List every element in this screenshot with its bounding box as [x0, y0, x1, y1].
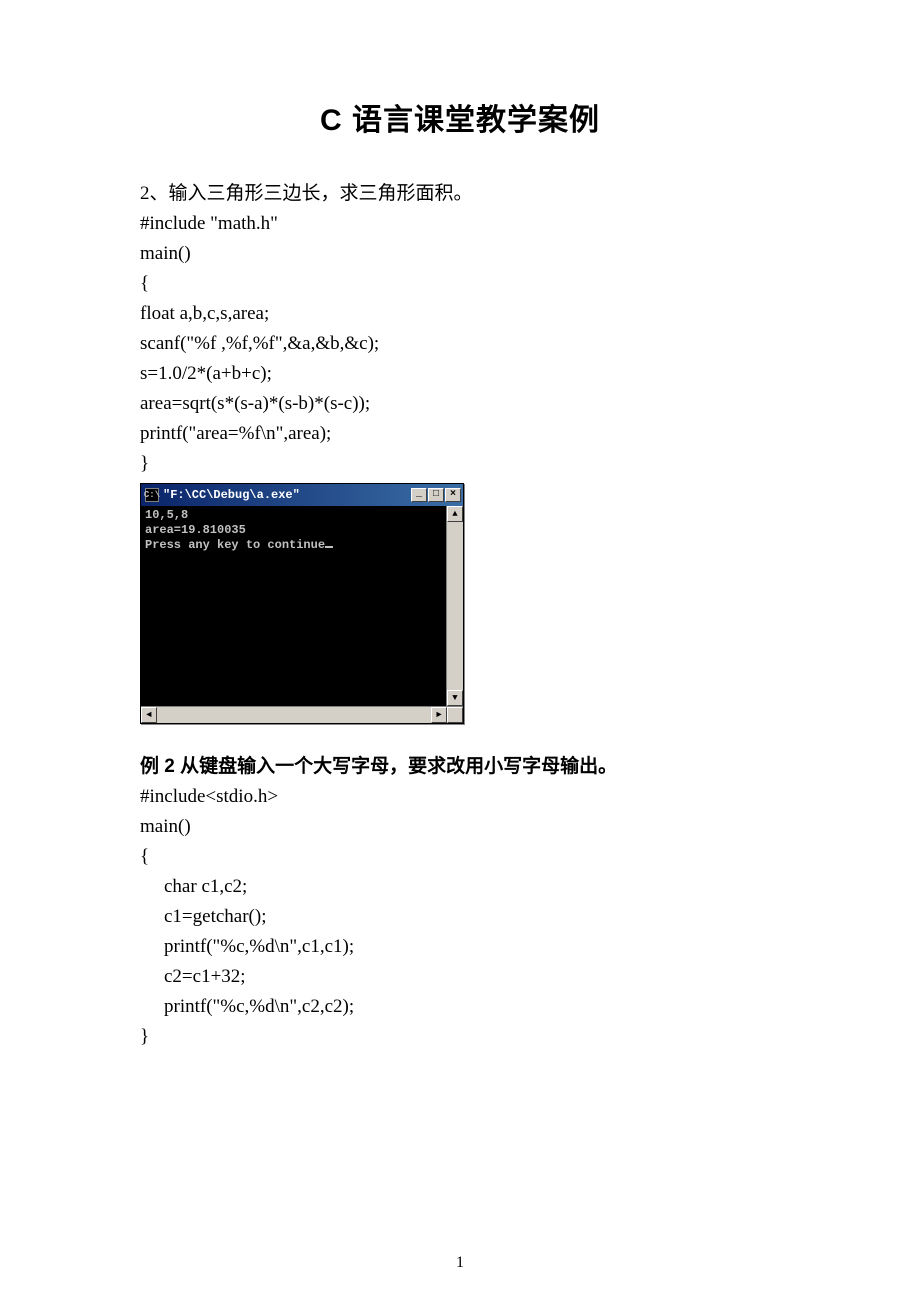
- code-line: printf("%c,%d\n",c1,c1);: [140, 932, 780, 962]
- code-line: main(): [140, 239, 780, 269]
- code-line: {: [140, 269, 780, 299]
- code-line: #include "math.h": [140, 209, 780, 239]
- maximize-button[interactable]: □: [428, 488, 444, 502]
- code-line: }: [140, 449, 780, 479]
- console-line: Press any key to continue: [145, 538, 325, 552]
- code-line: main(): [140, 812, 780, 842]
- page-number: 1: [0, 1254, 920, 1272]
- window-title-text: "F:\CC\Debug\a.exe": [163, 488, 411, 502]
- minimize-button[interactable]: _: [411, 488, 427, 502]
- console-line: 10,5,8: [145, 508, 188, 522]
- window-controls: _ □ ×: [411, 488, 461, 502]
- code-line: s=1.0/2*(a+b+c);: [140, 359, 780, 389]
- vertical-scrollbar[interactable]: ▲ ▼: [446, 506, 463, 706]
- scroll-down-button[interactable]: ▼: [447, 690, 463, 706]
- code-line: c2=c1+32;: [140, 962, 780, 992]
- example-1-description: 2、输入三角形三边长，求三角形面积。: [140, 179, 780, 209]
- window-titlebar[interactable]: C:\ "F:\CC\Debug\a.exe" _ □ ×: [141, 484, 463, 506]
- scroll-right-button[interactable]: ►: [431, 707, 447, 723]
- scroll-up-button[interactable]: ▲: [447, 506, 463, 522]
- code-line: c1=getchar();: [140, 902, 780, 932]
- document-page: C 语言课堂教学案例 2、输入三角形三边长，求三角形面积。 #include "…: [0, 0, 920, 1302]
- code-line: float a,b,c,s,area;: [140, 299, 780, 329]
- document-title: C 语言课堂教学案例: [140, 95, 780, 139]
- console-line: area=19.810035: [145, 523, 246, 537]
- example-2-heading: 例 2 从键盘输入一个大写字母，要求改用小写字母输出。: [140, 752, 780, 782]
- close-button[interactable]: ×: [445, 488, 461, 502]
- resize-grip-icon[interactable]: [447, 707, 463, 723]
- console-client-area: 10,5,8 area=19.810035 Press any key to c…: [141, 506, 463, 706]
- code-line: area=sqrt(s*(s-a)*(s-b)*(s-c));: [140, 389, 780, 419]
- text-cursor-icon: [325, 546, 333, 548]
- console-window: C:\ "F:\CC\Debug\a.exe" _ □ × 10,5,8 are…: [140, 483, 464, 724]
- horizontal-scrollbar[interactable]: ◄ ►: [141, 706, 463, 723]
- code-line: }: [140, 1022, 780, 1052]
- console-output[interactable]: 10,5,8 area=19.810035 Press any key to c…: [141, 506, 446, 706]
- code-line: printf("area=%f\n",area);: [140, 419, 780, 449]
- scroll-left-button[interactable]: ◄: [141, 707, 157, 723]
- code-line: {: [140, 842, 780, 872]
- cmd-icon: C:\: [145, 488, 159, 502]
- code-line: scanf("%f ,%f,%f",&a,&b,&c);: [140, 329, 780, 359]
- code-line: char c1,c2;: [140, 872, 780, 902]
- code-line: #include<stdio.h>: [140, 782, 780, 812]
- scrollbar-track[interactable]: [157, 707, 431, 723]
- code-line: printf("%c,%d\n",c2,c2);: [140, 992, 780, 1022]
